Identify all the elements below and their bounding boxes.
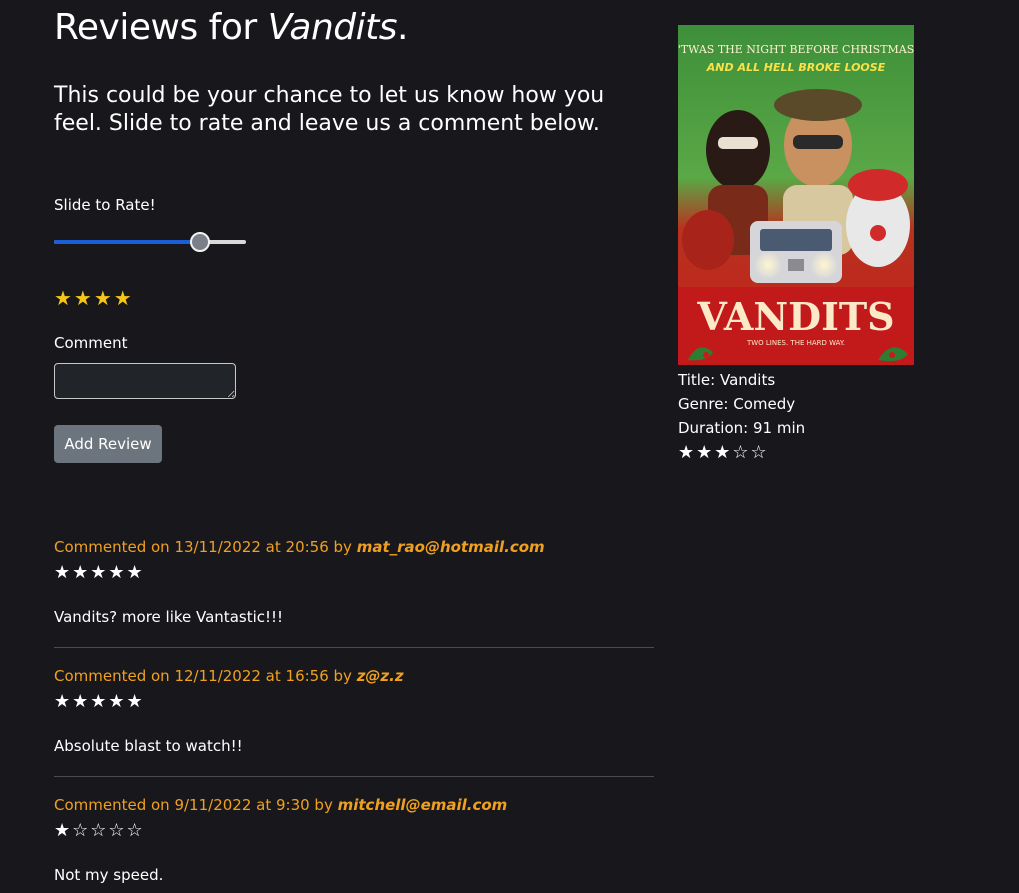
review-item: Commented on 9/11/2022 at 9:30 by mitche… [54, 795, 654, 885]
review-date: Commented on 13/11/2022 at 20:56 by [54, 538, 357, 556]
rating-slider[interactable] [54, 232, 246, 252]
poster-title: VANDITS [696, 294, 894, 339]
review-author: z@z.z [356, 667, 404, 685]
page-title: Reviews for Vandits. [54, 6, 408, 50]
title-prefix: Reviews for [54, 7, 268, 48]
movie-poster: VANDITS TWO LINES. THE HARD WAY. 'TWAS T… [678, 25, 914, 365]
review-date: Commented on 12/11/2022 at 16:56 by [54, 667, 357, 685]
review-item: Commented on 13/11/2022 at 20:56 by mat_… [54, 537, 654, 627]
review-meta: Commented on 12/11/2022 at 16:56 by z@z.… [54, 666, 654, 686]
review-text: Vandits? more like Vantastic!!! [54, 608, 284, 626]
review-divider [54, 647, 654, 648]
review-author: mitchell@email.com [337, 796, 508, 814]
movie-rating-stars: ★★★☆☆ [678, 442, 769, 463]
comment-input[interactable] [54, 363, 236, 399]
intro-text: This could be your chance to let us know… [54, 83, 605, 136]
review-item: Commented on 12/11/2022 at 16:56 by z@z.… [54, 666, 654, 756]
review-author: mat_rao@hotmail.com [356, 538, 545, 556]
review-stars: ★★★★★ [54, 691, 145, 712]
review-date: Commented on 9/11/2022 at 9:30 by [54, 796, 338, 814]
poster-tagline-2: AND ALL HELL BROKE LOOSE [706, 61, 886, 74]
movie-info: Title: Vandits Genre: Comedy Duration: 9… [678, 368, 805, 440]
review-stars: ★★★★★ [54, 562, 145, 583]
selected-rating-stars: ★★★★ [54, 286, 134, 310]
review-text: Absolute blast to watch!! [54, 737, 243, 755]
reviews-page: Reviews for Vandits. This could be your … [0, 0, 1019, 893]
review-text: Not my speed. [54, 866, 164, 884]
movie-genre: Genre: Comedy [678, 395, 796, 413]
add-review-button[interactable]: Add Review [54, 425, 162, 463]
review-stars: ★☆☆☆☆ [54, 820, 145, 841]
title-movie-name: Vandits [267, 7, 398, 48]
review-meta: Commented on 13/11/2022 at 20:56 by mat_… [54, 537, 654, 557]
poster-tagline: 'TWAS THE NIGHT BEFORE CHRISTMAS [678, 43, 914, 56]
review-meta: Commented on 9/11/2022 at 9:30 by mitche… [54, 795, 654, 815]
comment-label: Comment [54, 334, 128, 352]
poster-subtitle: TWO LINES. THE HARD WAY. [746, 339, 845, 347]
review-divider [54, 776, 654, 777]
movie-title: Title: Vandits [678, 371, 776, 389]
slider-fill [54, 240, 200, 244]
movie-duration: Duration: 91 min [678, 419, 806, 437]
title-suffix: . [397, 7, 408, 48]
slide-to-rate-label: Slide to Rate! [54, 196, 156, 214]
slider-thumb[interactable] [190, 232, 210, 252]
